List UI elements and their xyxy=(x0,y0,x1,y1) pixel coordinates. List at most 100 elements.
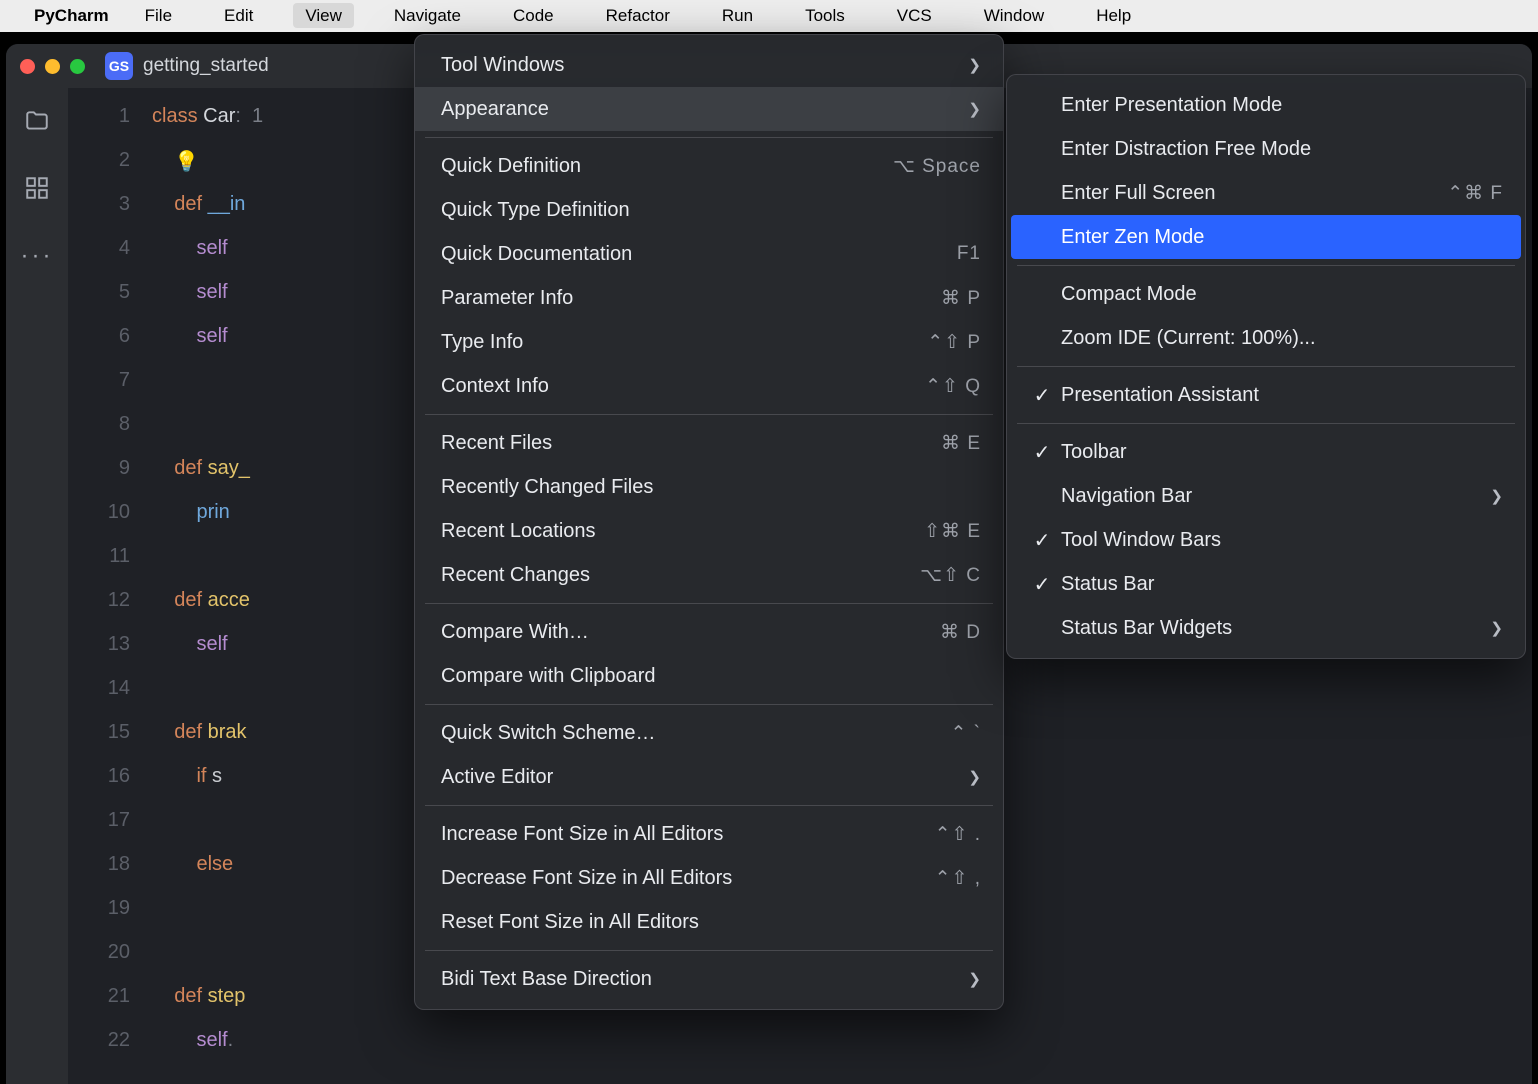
menu-item-tool-window-bars[interactable]: ✓Tool Window Bars xyxy=(1007,518,1525,562)
project-tool-icon[interactable] xyxy=(24,108,50,139)
menubar-item-run[interactable]: Run xyxy=(710,3,765,28)
menu-item-label: Reset Font Size in All Editors xyxy=(441,911,699,934)
code-line[interactable]: self xyxy=(152,270,263,314)
menu-item-toolbar[interactable]: ✓Toolbar xyxy=(1007,430,1525,474)
menu-item-status-bar[interactable]: ✓Status Bar xyxy=(1007,562,1525,606)
checkmark-icon: ✓ xyxy=(1033,383,1051,408)
window-maximize-button[interactable] xyxy=(70,59,85,74)
code-line[interactable]: self. xyxy=(152,1018,263,1062)
menu-shortcut: ⌘ P xyxy=(941,287,981,310)
menu-separator xyxy=(1017,423,1515,424)
gutter: 12345678910111213141516171819202122 xyxy=(68,88,152,1084)
menu-item-zoom-ide-current-100[interactable]: Zoom IDE (Current: 100%)... xyxy=(1007,316,1525,360)
menu-item-tool-windows[interactable]: Tool Windows❯ xyxy=(415,43,1003,87)
menu-item-presentation-assistant[interactable]: ✓Presentation Assistant xyxy=(1007,373,1525,417)
menu-item-recent-changes[interactable]: Recent Changes⌥⇧ C xyxy=(415,553,1003,597)
code-line[interactable] xyxy=(152,930,263,974)
code-line[interactable] xyxy=(152,358,263,402)
code-line[interactable]: def acce xyxy=(152,578,263,622)
code-line[interactable]: if s xyxy=(152,754,263,798)
menu-item-label: Enter Distraction Free Mode xyxy=(1061,138,1311,161)
menu-item-active-editor[interactable]: Active Editor❯ xyxy=(415,755,1003,799)
open-file-name[interactable]: getting_started xyxy=(143,55,269,77)
menu-shortcut: ⌃ ` xyxy=(950,722,981,745)
menu-item-enter-full-screen[interactable]: Enter Full Screen⌃⌘ F xyxy=(1007,171,1525,215)
menu-item-navigation-bar[interactable]: Navigation Bar ❯ xyxy=(1007,474,1525,518)
code-line[interactable]: def say_ xyxy=(152,446,263,490)
menu-item-type-info[interactable]: Type Info⌃⇧ P xyxy=(415,320,1003,364)
menu-item-label: Type Info xyxy=(441,331,523,354)
menubar-item-help[interactable]: Help xyxy=(1084,3,1143,28)
intention-bulb-icon[interactable]: 💡 xyxy=(174,140,199,184)
menu-item-enter-zen-mode[interactable]: Enter Zen Mode xyxy=(1011,215,1521,259)
menu-item-recently-changed-files[interactable]: Recently Changed Files xyxy=(415,465,1003,509)
menubar-item-navigate[interactable]: Navigate xyxy=(382,3,473,28)
menu-item-label: Recent Locations xyxy=(441,520,596,543)
menu-item-recent-locations[interactable]: Recent Locations⇧⌘ E xyxy=(415,509,1003,553)
menu-item-bidi-text-base-direction[interactable]: Bidi Text Base Direction❯ xyxy=(415,957,1003,1001)
menu-item-context-info[interactable]: Context Info⌃⇧ Q xyxy=(415,364,1003,408)
code-line[interactable] xyxy=(152,402,263,446)
menu-item-quick-type-definition[interactable]: Quick Type Definition xyxy=(415,188,1003,232)
menu-item-increase-font-size-in-all-editors[interactable]: Increase Font Size in All Editors⌃⇧ . xyxy=(415,812,1003,856)
code-line[interactable] xyxy=(152,886,263,930)
menu-item-quick-switch-scheme[interactable]: Quick Switch Scheme…⌃ ` xyxy=(415,711,1003,755)
code-line[interactable]: self xyxy=(152,314,263,358)
menubar-item-file[interactable]: File xyxy=(133,3,184,28)
code-line[interactable]: def brak xyxy=(152,710,263,754)
menubar-item-edit[interactable]: Edit xyxy=(212,3,265,28)
code-line[interactable]: def __in xyxy=(152,182,263,226)
chevron-right-icon: ❯ xyxy=(1490,487,1503,505)
chevron-right-icon: ❯ xyxy=(968,100,981,118)
code-line[interactable] xyxy=(152,798,263,842)
menu-item-compare-with[interactable]: Compare With…⌘ D xyxy=(415,610,1003,654)
code-line[interactable] xyxy=(152,534,263,578)
code-line[interactable] xyxy=(152,138,263,182)
code-line[interactable] xyxy=(152,666,263,710)
menu-item-status-bar-widgets[interactable]: Status Bar Widgets❯ xyxy=(1007,606,1525,650)
menu-item-quick-definition[interactable]: Quick Definition⌥ Space xyxy=(415,144,1003,188)
menubar-item-vcs[interactable]: VCS xyxy=(885,3,944,28)
structure-tool-icon[interactable] xyxy=(24,175,50,206)
menu-separator xyxy=(425,603,993,604)
menu-item-label: Status Bar xyxy=(1061,573,1154,596)
menu-item-label: Parameter Info xyxy=(441,287,573,310)
menu-item-label: Zoom IDE (Current: 100%)... xyxy=(1061,327,1316,350)
window-close-button[interactable] xyxy=(20,59,35,74)
menu-item-label: Appearance xyxy=(441,98,549,121)
menu-item-compact-mode[interactable]: Compact Mode xyxy=(1007,272,1525,316)
code-line[interactable]: class Car: 1 xyxy=(152,94,263,138)
menu-item-quick-documentation[interactable]: Quick DocumentationF1 xyxy=(415,232,1003,276)
code-line[interactable]: self xyxy=(152,226,263,270)
code-line[interactable]: prin xyxy=(152,490,263,534)
code-line[interactable]: def step xyxy=(152,974,263,1018)
menu-item-label: Status Bar Widgets xyxy=(1061,617,1232,640)
menu-item-label: Navigation Bar xyxy=(1061,485,1192,508)
window-minimize-button[interactable] xyxy=(45,59,60,74)
menu-item-recent-files[interactable]: Recent Files⌘ E xyxy=(415,421,1003,465)
more-tools-icon[interactable]: ··· xyxy=(21,242,54,270)
menubar-item-tools[interactable]: Tools xyxy=(793,3,857,28)
menubar-item-window[interactable]: Window xyxy=(972,3,1056,28)
menu-item-decrease-font-size-in-all-editors[interactable]: Decrease Font Size in All Editors⌃⇧ , xyxy=(415,856,1003,900)
menu-item-parameter-info[interactable]: Parameter Info ⌘ P xyxy=(415,276,1003,320)
menu-item-label: Quick Type Definition xyxy=(441,199,630,222)
file-type-badge: GS xyxy=(105,52,133,80)
menu-item-reset-font-size-in-all-editors[interactable]: Reset Font Size in All Editors xyxy=(415,900,1003,944)
menubar-item-code[interactable]: Code xyxy=(501,3,566,28)
menu-separator xyxy=(425,137,993,138)
menu-item-label: Increase Font Size in All Editors xyxy=(441,823,723,846)
menubar-app-name[interactable]: PyCharm xyxy=(34,6,109,26)
menu-item-compare-with-clipboard[interactable]: Compare with Clipboard xyxy=(415,654,1003,698)
menu-shortcut: ⌃⇧ , xyxy=(935,867,981,890)
menubar-item-refactor[interactable]: Refactor xyxy=(594,3,682,28)
code-area[interactable]: 💡 class Car: 1 def __in self self self d… xyxy=(152,88,263,1084)
appearance-submenu: Enter Presentation Mode Enter Distraction… xyxy=(1006,74,1526,659)
code-line[interactable]: else xyxy=(152,842,263,886)
code-line[interactable]: self xyxy=(152,622,263,666)
menu-item-label: Compact Mode xyxy=(1061,283,1197,306)
menu-item-enter-distraction-free-mode[interactable]: Enter Distraction Free Mode xyxy=(1007,127,1525,171)
menu-item-appearance[interactable]: Appearance ❯ xyxy=(415,87,1003,131)
menu-item-enter-presentation-mode[interactable]: Enter Presentation Mode xyxy=(1007,83,1525,127)
menubar-item-view[interactable]: View xyxy=(293,3,354,28)
